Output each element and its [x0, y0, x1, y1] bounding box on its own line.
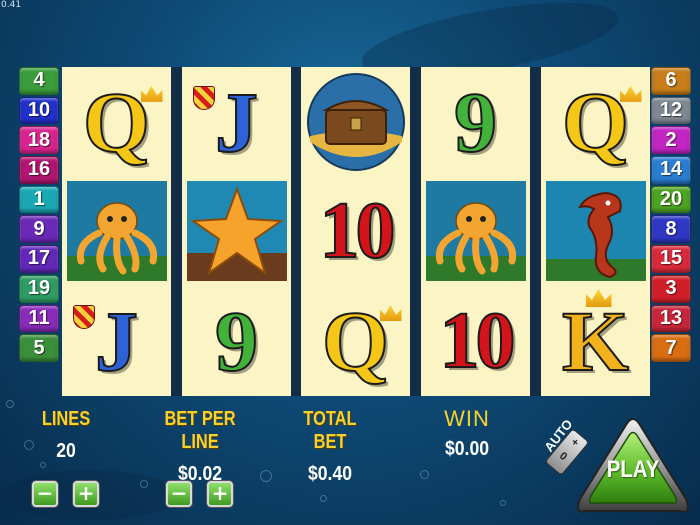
payline-left-7[interactable]: 19	[19, 274, 59, 303]
reel-3: 10 Q	[301, 67, 410, 396]
payline-left-5[interactable]: 9	[19, 215, 59, 244]
version-label: 0.41	[1, 0, 22, 10]
payline-left-0[interactable]: 4	[19, 67, 59, 95]
payline-right-0[interactable]: 6	[651, 67, 691, 95]
symbol-k: K	[546, 289, 646, 391]
seahorse-icon	[545, 181, 646, 282]
symbol-text: K	[561, 293, 630, 390]
starfish-icon	[186, 181, 287, 282]
symbol-text: 9	[214, 293, 259, 390]
octopus-icon	[66, 181, 167, 282]
symbol-q: Q	[546, 72, 646, 172]
reel-area: QJ J9 10 Q 9 10 QK	[62, 67, 650, 396]
symbol-10: 10	[306, 181, 406, 281]
play-controls: AUTO + 0 PLAY	[535, 408, 700, 525]
lines-decrease-button[interactable]: −	[32, 481, 58, 507]
symbol-9: 9	[426, 72, 526, 172]
reel-4: 9 10	[421, 67, 530, 396]
payline-left-6[interactable]: 17	[19, 245, 59, 273]
symbol-j: J	[187, 72, 287, 172]
lines-increase-button[interactable]: +	[73, 481, 99, 507]
symbol-text: 10	[439, 297, 517, 386]
payline-right-5[interactable]: 8	[651, 215, 691, 244]
win-value: $0.00	[444, 438, 490, 460]
symbol-text: J	[214, 73, 259, 170]
total-bet-stat: TOTAL BET $0.40	[280, 408, 380, 486]
lines-label: LINES	[41, 408, 91, 430]
reel-2: J9	[182, 67, 291, 396]
bet-decrease-button[interactable]: −	[166, 481, 192, 507]
reel-5: QK	[541, 67, 650, 396]
payline-left-4[interactable]: 1	[19, 185, 59, 214]
win-label: WIN	[444, 406, 490, 431]
symbol-9: 9	[187, 291, 287, 391]
payline-right-8[interactable]: 13	[651, 304, 691, 333]
symbol-j: J	[67, 291, 167, 391]
payline-left-2[interactable]: 18	[19, 126, 59, 155]
payline-right-3[interactable]: 14	[651, 156, 691, 184]
symbol-text: Q	[561, 73, 630, 170]
left-line-indicators: 4 10 18 16 1 9 17 19 11 5	[19, 67, 59, 362]
lines-value: 20	[56, 440, 76, 462]
total-bet-value: $0.40	[307, 463, 353, 485]
symbol-text: J	[94, 293, 139, 390]
payline-right-9[interactable]: 7	[651, 334, 691, 362]
octopus-icon	[425, 181, 526, 282]
symbol-text: Q	[82, 73, 151, 170]
play-label: PLAY	[606, 456, 660, 483]
payline-right-4[interactable]: 20	[651, 185, 691, 214]
payline-right-7[interactable]: 3	[651, 274, 691, 303]
payline-right-6[interactable]: 15	[651, 245, 691, 273]
symbol-10: 10	[426, 291, 526, 391]
lines-stat: LINES 20	[30, 408, 102, 463]
payline-left-8[interactable]: 11	[19, 304, 59, 333]
symbol-text: Q	[321, 293, 390, 390]
symbol-q: Q	[67, 72, 167, 172]
right-line-indicators: 6 12 2 14 20 8 15 3 13 7	[651, 67, 691, 362]
bet-increase-button[interactable]: +	[207, 481, 233, 507]
symbol-q: Q	[306, 291, 406, 391]
bet-per-line-label: BET PER LINE	[164, 408, 236, 453]
bet-per-line-value: $0.02	[177, 463, 223, 485]
payline-left-9[interactable]: 5	[19, 334, 59, 362]
win-stat: WIN $0.00	[425, 406, 509, 461]
payline-right-2[interactable]: 2	[651, 126, 691, 155]
bet-per-line-stat: BET PER LINE $0.02	[138, 408, 262, 486]
total-bet-label: TOTAL BET	[303, 408, 357, 453]
symbol-text: 9	[453, 73, 498, 170]
treasure-chest-icon	[306, 72, 406, 172]
payline-left-1[interactable]: 10	[19, 96, 59, 125]
symbol-text: 10	[319, 187, 397, 276]
reel-1: QJ	[62, 67, 171, 396]
payline-right-1[interactable]: 12	[651, 96, 691, 125]
payline-left-3[interactable]: 16	[19, 156, 59, 184]
